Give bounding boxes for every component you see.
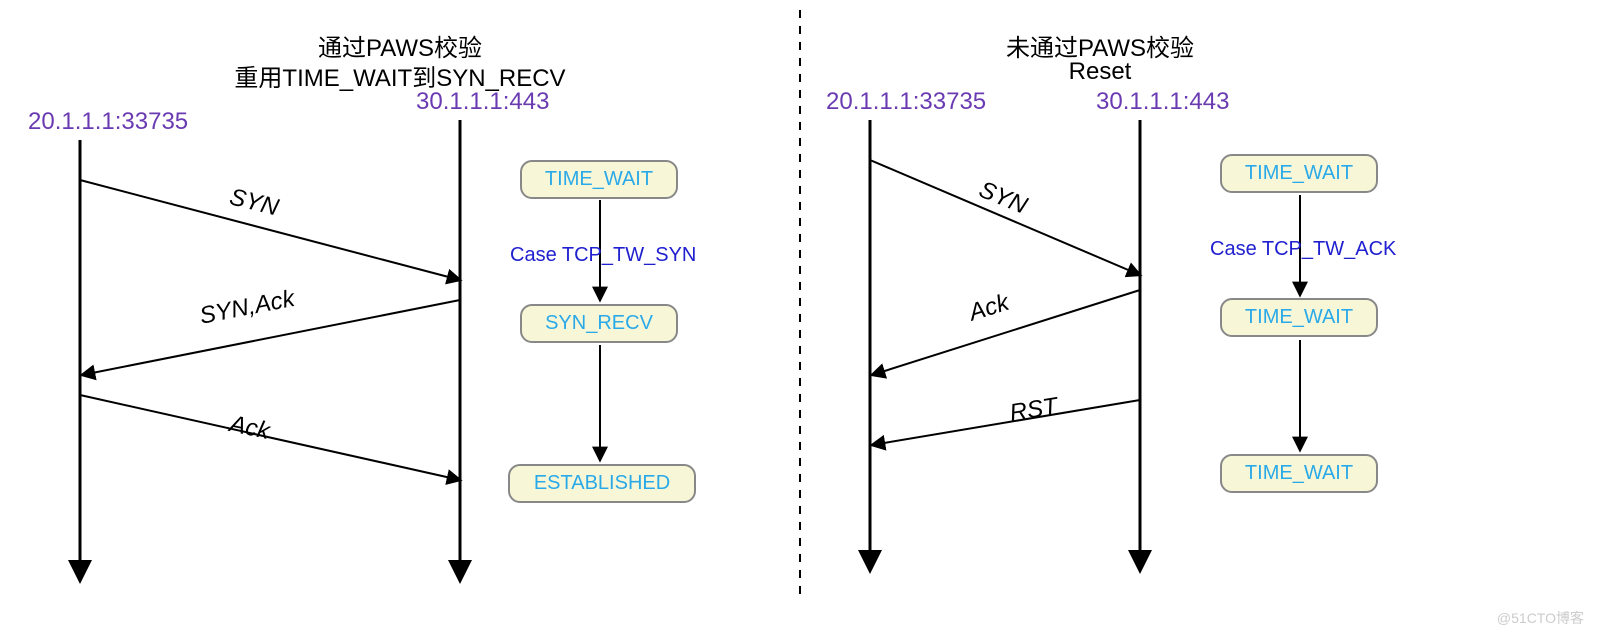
right-case-label: Case TCP_TW_ACK (1210, 238, 1396, 261)
right-server-addr: 30.1.1.1:443 (1096, 88, 1229, 116)
right-state-1: TIME_WAIT (1220, 298, 1378, 337)
left-state-1: SYN_RECV (520, 304, 678, 343)
right-title-2: Reset (900, 58, 1300, 86)
left-case-label: Case TCP_TW_SYN (510, 244, 696, 267)
left-state-2: ESTABLISHED (508, 464, 696, 503)
left-server-addr: 30.1.1.1:443 (416, 88, 549, 116)
left-client-addr: 20.1.1.1:33735 (28, 108, 188, 136)
diagram-canvas: 通过PAWS校验 重用TIME_WAIT到SYN_RECV 20.1.1.1:3… (0, 0, 1604, 634)
watermark: @51CTO博客 (1497, 608, 1584, 628)
right-state-0: TIME_WAIT (1220, 154, 1378, 193)
right-client-addr: 20.1.1.1:33735 (826, 88, 986, 116)
left-state-0: TIME_WAIT (520, 160, 678, 199)
right-state-2: TIME_WAIT (1220, 454, 1378, 493)
